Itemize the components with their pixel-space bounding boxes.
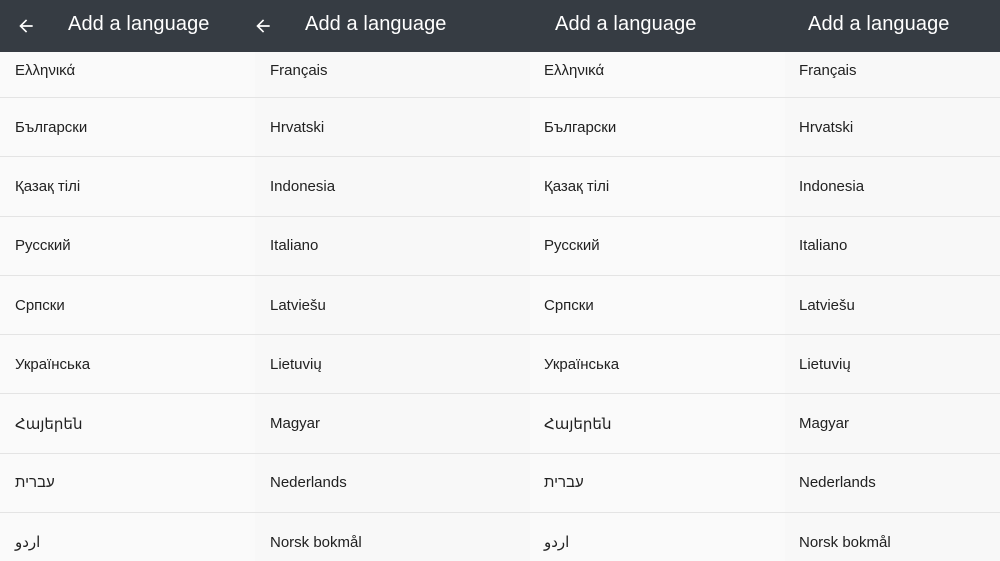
language-item[interactable]: Русский [0,217,255,276]
page-title: Add a language [305,13,447,35]
language-item[interactable]: Indonesia [255,157,530,217]
language-item[interactable]: Latviešu [255,276,530,336]
back-button[interactable] [530,8,531,44]
language-item[interactable]: اردو [0,513,255,561]
language-item[interactable]: Latviešu [785,276,1000,336]
language-item[interactable]: Lietuvių [255,335,530,395]
toolbar: Add a language [785,0,1000,52]
language-item[interactable]: עברית [0,454,255,514]
language-item[interactable]: Nederlands [785,454,1000,514]
language-item[interactable]: Қазақ тілі [0,157,255,217]
language-panel-3: Add a language Ελληνικά Български Қазақ … [530,0,785,561]
toolbar: Add a language [530,0,785,52]
language-item[interactable]: Русский [530,217,785,276]
language-item[interactable]: Български [0,98,255,158]
page-title: Add a language [68,13,210,35]
language-item[interactable]: Български [530,98,785,158]
toolbar: Add a language [0,0,255,52]
toolbar: Add a language [255,0,530,52]
language-list: Français Hrvatski Indonesia Italiano Lat… [785,52,1000,561]
language-panel-2: Add a language Français Hrvatski Indones… [255,0,530,561]
language-item[interactable]: Italiano [785,217,1000,276]
language-item[interactable]: Հայերեն [530,394,785,454]
language-item[interactable]: اردو [530,513,785,561]
language-item[interactable]: Lietuvių [785,335,1000,395]
back-button[interactable] [8,8,44,44]
app: Add a language Ελληνικά Български Қазақ … [0,0,1000,561]
language-list: Ελληνικά Български Қазақ тілі Русский Ср… [530,52,785,561]
language-item[interactable]: Français [255,52,530,98]
language-item[interactable]: Қазақ тілі [530,157,785,217]
language-item[interactable]: Indonesia [785,157,1000,217]
language-panel-1: Add a language Ελληνικά Български Қазақ … [0,0,255,561]
language-item[interactable]: Magyar [255,394,530,454]
language-item[interactable]: Українська [0,335,255,395]
language-item[interactable]: Magyar [785,394,1000,454]
arrow-back-icon [19,19,33,33]
language-item[interactable]: Nederlands [255,454,530,514]
language-item[interactable]: Français [785,52,1000,98]
language-item[interactable]: Ελληνικά [530,52,785,98]
back-button[interactable] [255,8,281,44]
language-item[interactable]: Norsk bokmål [785,513,1000,561]
language-item[interactable]: Українська [530,335,785,395]
language-item[interactable]: Српски [530,276,785,336]
page-title: Add a language [808,13,950,35]
language-item[interactable]: Hrvatski [785,98,1000,158]
language-panel-4: Add a language Français Hrvatski Indones… [785,0,1000,561]
language-item[interactable]: Ελληνικά [0,52,255,98]
language-item[interactable]: Հայերեն [0,394,255,454]
language-item[interactable]: עברית [530,454,785,514]
language-item[interactable]: Српски [0,276,255,336]
arrow-back-icon [256,19,270,33]
language-list: Ελληνικά Български Қазақ тілі Русский Ср… [0,52,255,561]
page-title: Add a language [555,13,697,35]
language-list: Français Hrvatski Indonesia Italiano Lat… [255,52,530,561]
language-item[interactable]: Italiano [255,217,530,276]
language-item[interactable]: Hrvatski [255,98,530,158]
language-item[interactable]: Norsk bokmål [255,513,530,561]
